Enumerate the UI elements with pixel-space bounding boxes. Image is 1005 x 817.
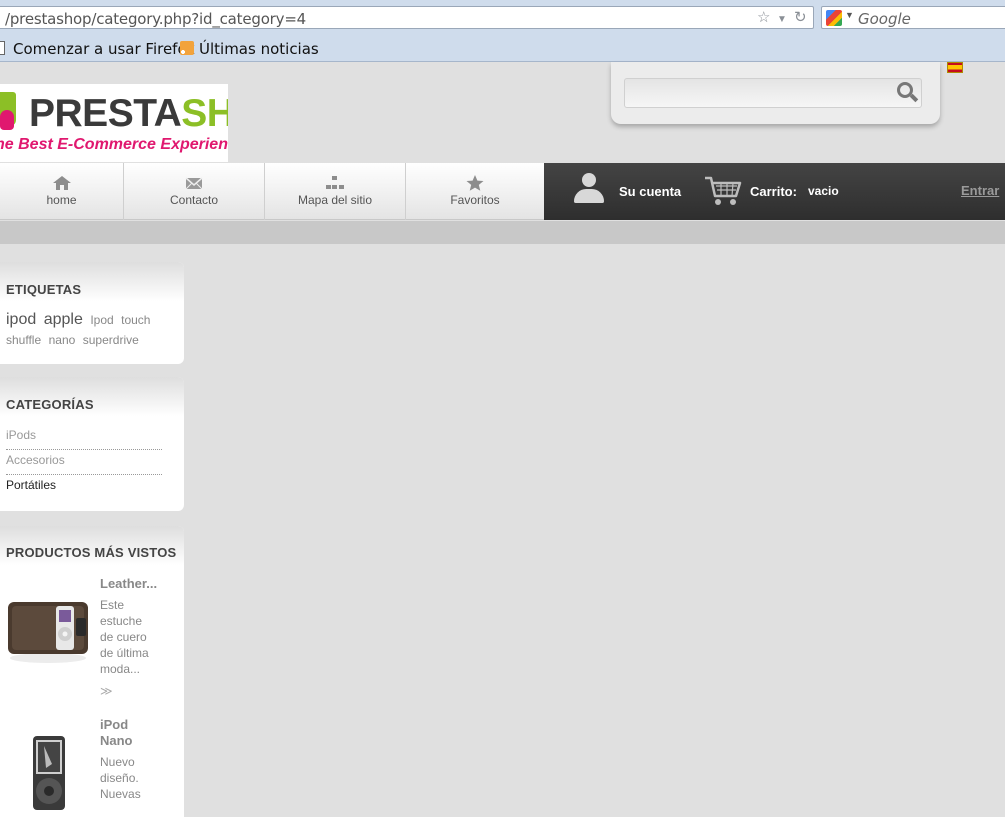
- tag-link[interactable]: superdrive: [83, 333, 139, 347]
- tag-cloud: ipod apple Ipod touch shuffle nano super…: [6, 310, 166, 350]
- tag-link[interactable]: apple: [44, 311, 83, 328]
- nav-item-home[interactable]: home: [0, 163, 124, 220]
- browser-search-placeholder[interactable]: Google: [858, 10, 911, 28]
- search-button[interactable]: [895, 80, 921, 106]
- nav-item-favorites[interactable]: Favoritos: [406, 163, 544, 220]
- product-desc-leather: Este estuche de cuero de última moda...: [100, 598, 149, 676]
- category-link-accesorios[interactable]: Accesorios: [6, 450, 162, 475]
- url-text[interactable]: /prestashop/category.php?id_category=4: [5, 10, 306, 28]
- nav-label-sitemap: Mapa del sitio: [297, 193, 373, 207]
- most-viewed-title: PRODUCTOS MÁS VISTOS: [6, 545, 177, 560]
- bookmark-getting-started[interactable]: Comenzar a usar Firefox: [13, 40, 195, 58]
- dropdown-arrow-icon[interactable]: ▼: [777, 11, 787, 29]
- bookmark-star-icon[interactable]: ☆: [757, 9, 770, 27]
- tag-link[interactable]: shuffle: [6, 333, 41, 347]
- browser-chrome: /prestashop/category.php?id_category=4 ☆…: [0, 0, 1005, 62]
- product-name-leather[interactable]: Leather...: [100, 576, 157, 592]
- shop-logo[interactable]: PRESTASHOP he Best E-Commerce Experience: [0, 84, 228, 162]
- more-link[interactable]: ≫: [100, 684, 113, 698]
- bookmark-latest-news[interactable]: Últimas noticias: [199, 40, 319, 58]
- browser-search-box[interactable]: ▼ Google: [821, 6, 1005, 29]
- star-icon: [466, 175, 484, 191]
- product-image-ipod-nano[interactable]: [32, 734, 66, 812]
- tag-link[interactable]: ipod: [6, 311, 36, 328]
- sitemap-icon: [326, 176, 344, 189]
- reload-icon[interactable]: ↻: [794, 9, 807, 27]
- nav-label-contact: Contacto: [169, 193, 219, 207]
- account-link[interactable]: Su cuenta: [619, 184, 681, 199]
- nav-links: home Contacto Mapa del sitio Favoritos: [0, 163, 544, 220]
- cart-icon[interactable]: [704, 174, 742, 208]
- cart-status: vacio: [808, 184, 839, 198]
- logo-tagline: he Best E-Commerce Experience: [0, 136, 228, 153]
- breadcrumb-strip: [0, 221, 1005, 244]
- tag-link[interactable]: touch: [121, 313, 150, 327]
- rss-icon: [180, 41, 194, 55]
- most-viewed-block: PRODUCTOS MÁS VISTOS Leather... Este est…: [0, 526, 184, 817]
- nav-label-home: home: [46, 193, 77, 207]
- category-link-portatiles[interactable]: Portátiles: [6, 475, 162, 500]
- spanish-flag-icon[interactable]: [947, 62, 963, 73]
- search-panel: [611, 62, 940, 124]
- search-input[interactable]: [624, 78, 922, 108]
- tags-title: ETIQUETAS: [6, 282, 82, 297]
- logo-hand-icon: [0, 110, 14, 130]
- main-nav: home Contacto Mapa del sitio Favoritos S…: [0, 163, 1005, 220]
- envelope-icon: [185, 177, 203, 190]
- product-name-ipod-nano[interactable]: iPod Nano: [100, 717, 133, 749]
- categories-title: CATEGORÍAS: [6, 397, 94, 412]
- nav-item-sitemap[interactable]: Mapa del sitio: [265, 163, 406, 220]
- user-cart-bar: Su cuenta Carrito: vacio Entrar: [544, 163, 1005, 220]
- user-icon[interactable]: [572, 173, 606, 205]
- logo-wordmark: PRESTASHOP: [29, 92, 228, 135]
- category-link-ipods[interactable]: iPods: [6, 425, 162, 450]
- tags-block: ETIQUETAS ipod apple Ipod touch shuffle …: [0, 262, 184, 364]
- nav-label-favorites: Favoritos: [450, 193, 500, 207]
- categories-block: CATEGORÍAS iPods Accesorios Portátiles: [0, 377, 184, 511]
- google-icon[interactable]: [826, 10, 842, 26]
- engine-dropdown-icon[interactable]: ▼: [845, 10, 854, 20]
- product-image-leather-case[interactable]: [6, 596, 90, 666]
- product-desc-ipod-nano: Nuevo diseño. Nuevas: [100, 755, 141, 801]
- login-link[interactable]: Entrar: [961, 183, 999, 198]
- tag-link[interactable]: Ipod: [90, 313, 113, 327]
- tag-link[interactable]: nano: [49, 333, 76, 347]
- address-bar[interactable]: /prestashop/category.php?id_category=4 ☆…: [0, 6, 814, 29]
- home-icon: [52, 176, 71, 190]
- cart-label[interactable]: Carrito:: [750, 184, 797, 199]
- nav-item-contact[interactable]: Contacto: [124, 163, 265, 220]
- page-icon: [0, 41, 5, 55]
